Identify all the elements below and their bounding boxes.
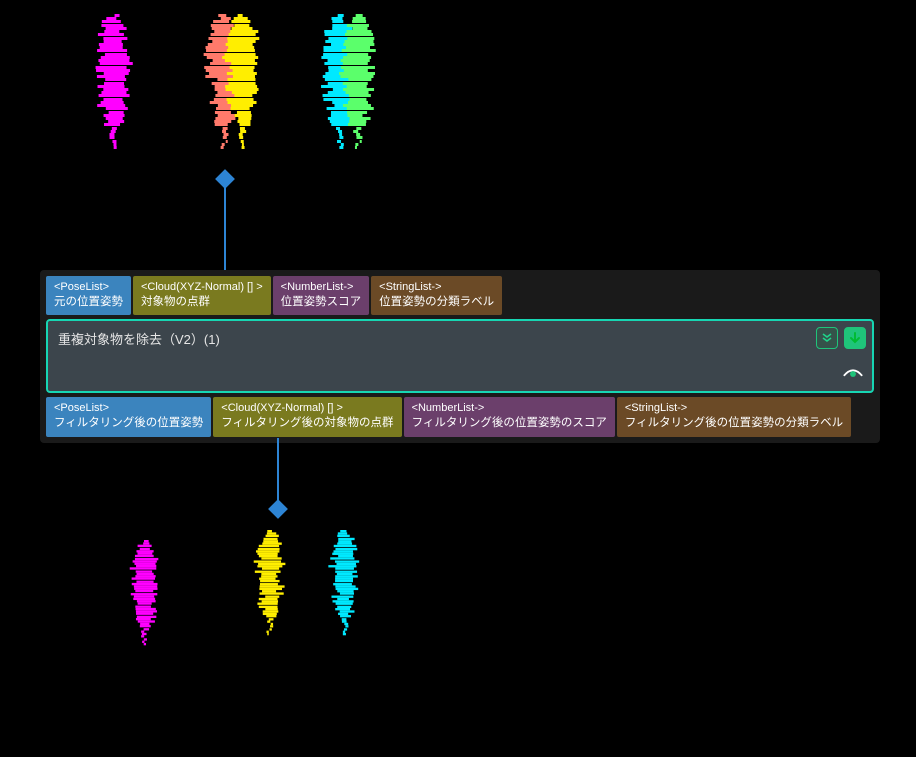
- port-label: 元の位置姿勢: [54, 295, 123, 311]
- execute-button[interactable]: [844, 327, 866, 349]
- port-type: <StringList->: [379, 280, 494, 295]
- port-type: <Cloud(XYZ-Normal) [] >: [221, 401, 393, 416]
- connector-line: [224, 184, 226, 276]
- port-type: <StringList->: [625, 401, 843, 416]
- input-port-cloud[interactable]: <Cloud(XYZ-Normal) [] > 対象物の点群: [133, 276, 271, 315]
- node-title-bar[interactable]: 重複対象物を除去（V2）(1): [46, 319, 874, 393]
- visibility-toggle[interactable]: [842, 366, 864, 385]
- port-type: <NumberList->: [412, 401, 607, 416]
- port-type: <PoseList>: [54, 401, 203, 416]
- node-title-text: 重複対象物を除去（V2）(1): [58, 332, 220, 347]
- collapse-button[interactable]: [816, 327, 838, 349]
- port-type: <Cloud(XYZ-Normal) [] >: [141, 280, 263, 295]
- output-port-numberlist[interactable]: <NumberList-> フィルタリング後の位置姿勢のスコア: [404, 397, 615, 436]
- connector-diamond: [268, 499, 288, 519]
- port-type: <NumberList->: [281, 280, 362, 295]
- node-remove-duplicates[interactable]: <PoseList> 元の位置姿勢 <Cloud(XYZ-Normal) [] …: [40, 270, 880, 443]
- port-label: フィルタリング後の位置姿勢のスコア: [412, 416, 607, 432]
- port-type: <PoseList>: [54, 280, 123, 295]
- port-label: 対象物の点群: [141, 295, 263, 311]
- port-label: 位置姿勢スコア: [281, 295, 362, 311]
- input-port-stringlist[interactable]: <StringList-> 位置姿勢の分類ラベル: [371, 276, 502, 315]
- arrow-down-icon: [849, 332, 861, 344]
- eye-icon: [842, 366, 864, 382]
- connector-line: [277, 438, 279, 506]
- output-port-poselist[interactable]: <PoseList> フィルタリング後の位置姿勢: [46, 397, 211, 436]
- output-port-stringlist[interactable]: <StringList-> フィルタリング後の位置姿勢の分類ラベル: [617, 397, 851, 436]
- port-label: フィルタリング後の対象物の点群: [221, 416, 393, 432]
- port-label: フィルタリング後の位置姿勢の分類ラベル: [625, 416, 843, 432]
- node-graph-canvas[interactable]: <PoseList> 元の位置姿勢 <Cloud(XYZ-Normal) [] …: [0, 0, 916, 757]
- port-label: フィルタリング後の位置姿勢: [54, 416, 203, 432]
- chevron-down-double-icon: [821, 332, 833, 344]
- output-port-cloud[interactable]: <Cloud(XYZ-Normal) [] > フィルタリング後の対象物の点群: [213, 397, 401, 436]
- node-title-actions: [816, 327, 866, 349]
- output-port-row: <PoseList> フィルタリング後の位置姿勢 <Cloud(XYZ-Norm…: [46, 397, 874, 436]
- input-port-poselist[interactable]: <PoseList> 元の位置姿勢: [46, 276, 131, 315]
- input-port-row: <PoseList> 元の位置姿勢 <Cloud(XYZ-Normal) [] …: [46, 276, 874, 315]
- port-label: 位置姿勢の分類ラベル: [379, 295, 494, 311]
- input-port-numberlist[interactable]: <NumberList-> 位置姿勢スコア: [273, 276, 370, 315]
